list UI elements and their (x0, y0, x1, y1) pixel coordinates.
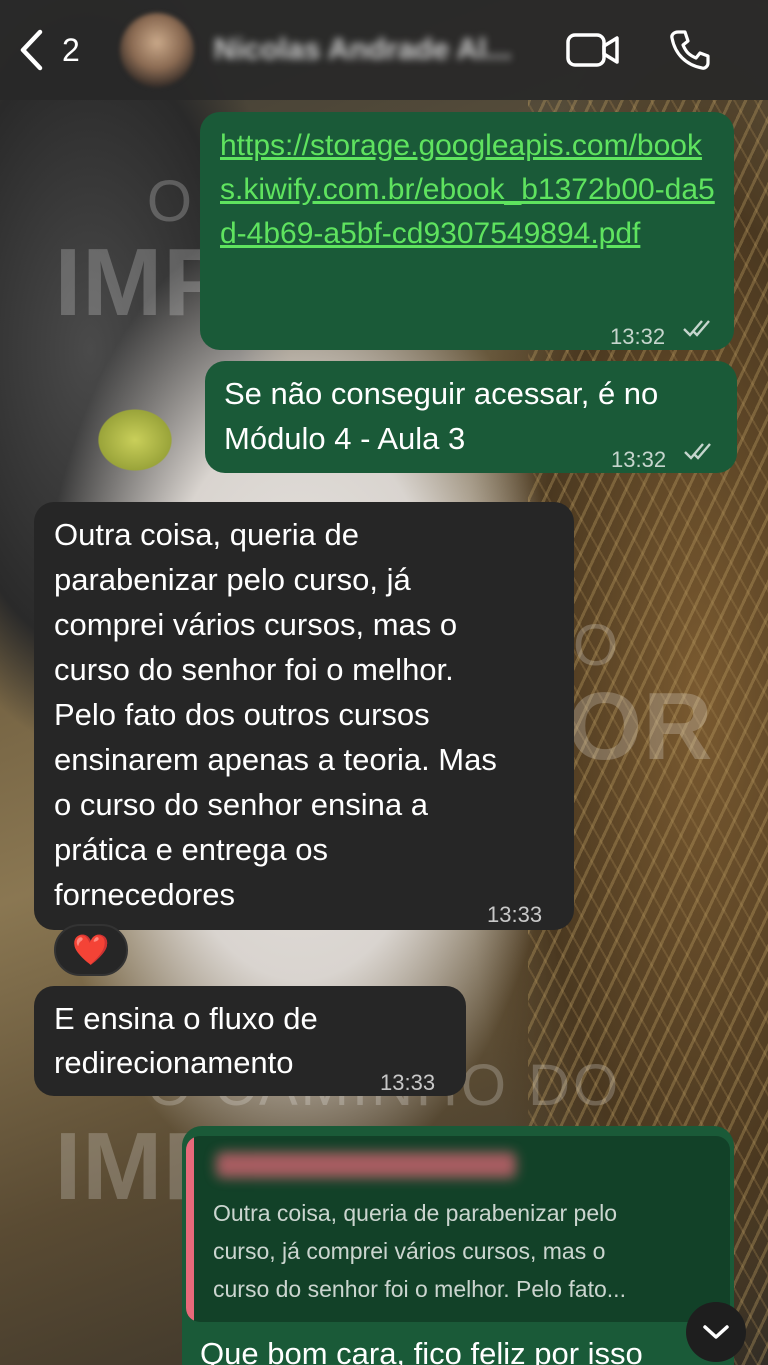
chevron-down-icon (703, 1325, 729, 1339)
back-chevron-icon (20, 29, 43, 71)
read-ticks-icon (684, 443, 711, 460)
message-bubble-incoming[interactable]: E ensina o fluxo de redirecionamento 13:… (34, 986, 466, 1096)
message-bubble-incoming[interactable]: Outra coisa, queria de parabenizar pelo … (34, 502, 574, 930)
message-line: curso do senhor foi o melhor. (54, 652, 454, 687)
message-line: Pelo fato dos outros cursos (54, 697, 430, 732)
quote-bar (186, 1136, 194, 1322)
message-bubble-outgoing[interactable]: Se não conseguir acessar, é no Módulo 4 … (205, 361, 737, 473)
message-line: prática e entrega os (54, 832, 329, 867)
message-line: Módulo 4 - Aula 3 (224, 421, 466, 456)
message-time: 13:33 (487, 902, 543, 927)
message-line: Outra coisa, queria de (54, 517, 360, 552)
message-line: E ensina o fluxo de (54, 1001, 318, 1036)
back-button[interactable]: 2 (18, 29, 80, 71)
quote-text: Outra coisa, queria de parabenizar pelo … (213, 1194, 713, 1308)
message-line: parabenizar pelo curso, já (54, 562, 411, 597)
contact-name[interactable]: Nicolas Andrade Al... (214, 33, 534, 67)
chat-header: 2 Nicolas Andrade Al... (0, 0, 768, 100)
heart-reaction-icon: ❤️ (72, 933, 110, 967)
quote-author-blurred (216, 1152, 516, 1178)
video-call-icon[interactable] (566, 30, 620, 70)
message-line: comprei vários cursos, mas o (54, 607, 458, 642)
message-time: 13:32 (610, 324, 666, 349)
phone-icon[interactable] (668, 28, 712, 72)
quoted-message[interactable]: Outra coisa, queria de parabenizar pelo … (186, 1136, 730, 1322)
message-line: fornecedores (54, 877, 235, 912)
quote-line: curso do senhor foi o melhor. Pelo fato.… (213, 1276, 626, 1302)
message-bubble-outgoing[interactable]: https://storage.googleapis.com/books.kiw… (200, 112, 734, 350)
message-line: Que bom cara, fico feliz por isso (200, 1336, 643, 1365)
message-link[interactable]: https://storage.googleapis.com/books.kiw… (220, 124, 720, 256)
scroll-down-button[interactable] (686, 1302, 746, 1362)
reaction-badge[interactable]: ❤️ (54, 924, 128, 976)
avatar[interactable] (119, 13, 194, 87)
unread-count: 2 (62, 31, 80, 68)
quote-line: curso, já comprei vários cursos, mas o (213, 1238, 606, 1264)
message-line: redirecionamento (54, 1045, 294, 1080)
message-line: ensinarem apenas a teoria. Mas (54, 742, 497, 777)
message-line: o curso do senhor ensina a (54, 787, 428, 822)
message-line: Se não conseguir acessar, é no (224, 376, 659, 411)
quote-line: Outra coisa, queria de parabenizar pelo (213, 1200, 618, 1226)
read-ticks-icon (683, 320, 710, 337)
message-time: 13:33 (380, 1070, 436, 1095)
message-time: 13:32 (611, 447, 667, 472)
